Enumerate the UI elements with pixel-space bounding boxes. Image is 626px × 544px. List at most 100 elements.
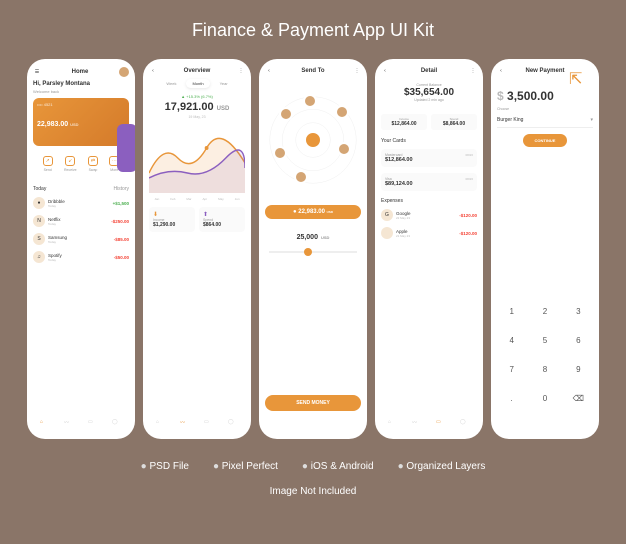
balance-pill: ● 22,983.00 USD	[265, 205, 361, 219]
export-icon[interactable]: ⇱	[569, 69, 589, 89]
card-item[interactable]: 08/26Visa$89,124.00	[381, 173, 477, 191]
secondary-card[interactable]	[117, 124, 135, 172]
history-link[interactable]: History	[113, 186, 129, 192]
bottom-nav: ⌂ 〰 ▭ ◯	[381, 415, 477, 433]
expense-row[interactable]: GGoogle22 May 23-$120.00	[381, 206, 477, 224]
contact-avatar[interactable]	[273, 146, 287, 160]
more-icon[interactable]: ⋮	[353, 67, 361, 75]
screen-send-to: ‹ Send To ⋮ ● 22,983.00 USD 25,000 USD S…	[259, 59, 367, 439]
key-8[interactable]: 8	[530, 357, 559, 382]
tab-week[interactable]: Week	[160, 79, 182, 88]
key-5[interactable]: 5	[530, 328, 559, 353]
key-4[interactable]: 4	[497, 328, 526, 353]
month-labels: JanFebMarAprMayJun	[149, 197, 245, 201]
contact-center[interactable]	[304, 131, 322, 149]
nav-wallet-icon[interactable]: ▭	[436, 419, 446, 429]
menu-icon[interactable]: ☰	[33, 68, 41, 76]
back-icon[interactable]: ‹	[149, 67, 157, 75]
nav-stats-icon[interactable]: 〰	[180, 419, 190, 429]
contact-avatar[interactable]	[294, 170, 308, 184]
card-item[interactable]: 08/26Mastercard$12,864.00	[381, 149, 477, 167]
screen-title: Overview	[157, 68, 237, 74]
tx-row[interactable]: ●DribbbleToday+$1,500	[33, 194, 129, 212]
greeting-sub: Welcome back	[33, 89, 129, 94]
tab-year[interactable]: Year	[214, 79, 234, 88]
more-icon[interactable]: ⋮	[469, 67, 477, 75]
key-7[interactable]: 7	[497, 357, 526, 382]
nav-home-icon[interactable]: ⌂	[388, 419, 398, 429]
balance-block: Current Balance $35,654.00 Updated 2 min…	[381, 83, 477, 106]
merchant-select[interactable]: Burger King ▾	[497, 113, 593, 128]
key-3[interactable]: 3	[564, 299, 593, 324]
nav-stats-icon[interactable]: 〰	[64, 419, 74, 429]
action-receive[interactable]: ↙Receive	[64, 156, 77, 172]
page-title: Finance & Payment App UI Kit	[192, 20, 434, 41]
key-backspace[interactable]: ⌫	[564, 386, 593, 411]
feature-item: Organized Layers	[398, 461, 486, 472]
screen-detail: ‹ Detail ⋮ Current Balance $35,654.00 Up…	[375, 59, 483, 439]
feature-item: Pixel Perfect	[213, 461, 278, 472]
tx-row[interactable]: NNetflixToday-$250.00	[33, 212, 129, 230]
feature-list: PSD File Pixel Perfect iOS & Android Org…	[141, 461, 486, 472]
stat-income: ⬇ Income $1,290.00	[149, 207, 195, 232]
expense-row[interactable]: Apple21 May 23-$120.00	[381, 224, 477, 242]
greeting: Hi, Parsley Montana	[33, 81, 129, 87]
key-9[interactable]: 9	[564, 357, 593, 382]
nav-profile-icon[interactable]: ◯	[228, 419, 238, 429]
primary-card[interactable]: •••• 4521 22,983.00 USD	[33, 98, 129, 146]
tx-row[interactable]: SSamsungToday-$85.00	[33, 230, 129, 248]
action-send[interactable]: ↗Send	[43, 156, 53, 172]
continue-button[interactable]: CONTINUE	[523, 134, 568, 147]
nav-profile-icon[interactable]: ◯	[112, 419, 122, 429]
bottom-nav: ⌂ 〰 ▭ ◯	[33, 415, 129, 433]
phone-mockups: ☰ Home Hi, Parsley Montana Welcome back …	[27, 59, 599, 439]
spend-stat: Spend$8,864.00	[431, 114, 477, 130]
key-2[interactable]: 2	[530, 299, 559, 324]
nav-home-icon[interactable]: ⌂	[156, 419, 166, 429]
back-icon[interactable]: ‹	[381, 67, 389, 75]
nav-home-icon[interactable]: ⌂	[40, 419, 50, 429]
key-0[interactable]: 0	[530, 386, 559, 411]
cards-header: Your Cards	[381, 138, 406, 144]
choose-label: Choose	[497, 107, 593, 111]
tx-row[interactable]: ♫SpotifyToday-$50.00	[33, 248, 129, 266]
change-badge: ▲ +15.3% (6.7%)	[149, 94, 245, 99]
send-money-button[interactable]: SEND MONEY	[265, 395, 361, 411]
screen-overview: ‹ Overview ⋮ Week Month Year ▲ +15.3% (6…	[143, 59, 251, 439]
feature-item: PSD File	[141, 461, 189, 472]
screen-title: Send To	[273, 68, 353, 74]
period-tabs: Week Month Year	[149, 79, 245, 88]
key-1[interactable]: 1	[497, 299, 526, 324]
feature-item: iOS & Android	[302, 461, 374, 472]
avatar[interactable]	[119, 67, 129, 77]
nav-wallet-icon[interactable]: ▭	[204, 419, 214, 429]
expenses-header: Expenses	[381, 198, 403, 204]
screen-home: ☰ Home Hi, Parsley Montana Welcome back …	[27, 59, 135, 439]
nav-stats-icon[interactable]: 〰	[412, 419, 422, 429]
today-label: Today	[33, 186, 46, 192]
contact-radar[interactable]	[265, 85, 361, 195]
income-stat: Income$12,864.00	[381, 114, 427, 130]
payment-amount: $ 3,500.00	[497, 89, 593, 103]
back-icon[interactable]: ‹	[265, 67, 273, 75]
quick-actions: ↗Send ↙Receive ⇄Swap ⋯More	[33, 152, 129, 176]
back-icon[interactable]: ‹	[497, 67, 505, 75]
screen-title: Home	[41, 69, 119, 75]
stat-spend: ⬆ Spend $864.00	[199, 207, 245, 232]
tab-month[interactable]: Month	[186, 79, 209, 88]
screen-title: Detail	[389, 68, 469, 74]
numeric-keypad: 1 2 3 4 5 6 7 8 9 . 0 ⌫	[497, 299, 593, 411]
action-swap[interactable]: ⇄Swap	[88, 156, 98, 172]
nav-profile-icon[interactable]: ◯	[460, 419, 470, 429]
line-chart[interactable]	[149, 123, 245, 193]
nav-wallet-icon[interactable]: ▭	[88, 419, 98, 429]
more-icon[interactable]: ⋮	[237, 67, 245, 75]
key-6[interactable]: 6	[564, 328, 593, 353]
bottom-nav: ⌂ 〰 ▭ ◯	[149, 415, 245, 433]
slider-thumb[interactable]	[304, 248, 312, 256]
disclaimer: Image Not Included	[270, 486, 357, 497]
key-dot[interactable]: .	[497, 386, 526, 411]
amount-display[interactable]: 25,000 USD	[265, 227, 361, 247]
overview-value: 17,921.00 USD	[149, 101, 245, 113]
screen-new-payment: ‹ New Payment ⇱ $ 3,500.00 Choose Burger…	[491, 59, 599, 439]
